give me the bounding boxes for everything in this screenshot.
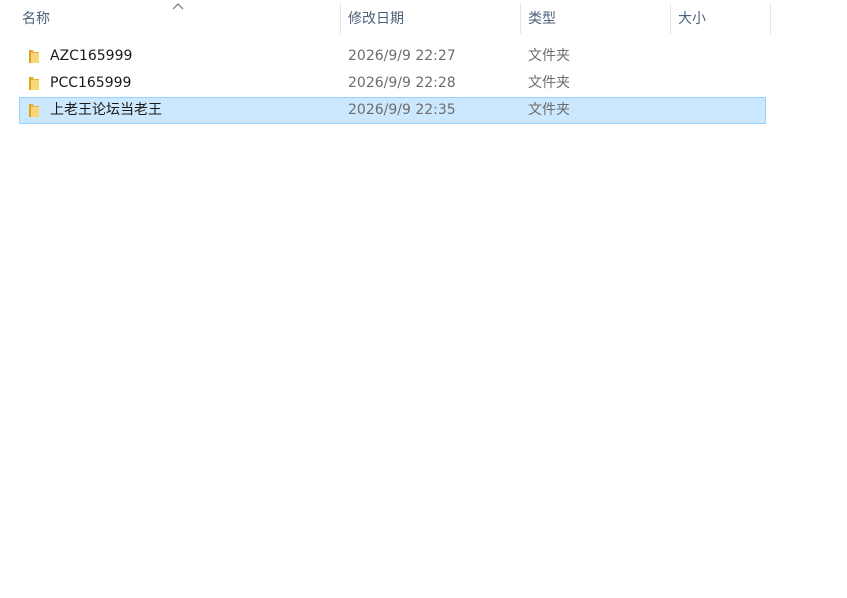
column-header-date-label: 修改日期 bbox=[348, 11, 404, 27]
column-header-size[interactable]: 大小 bbox=[670, 0, 770, 38]
file-list: AZC165999 2026/9/9 22:27 文件夹 PCC165999 2… bbox=[19, 43, 766, 124]
file-type: 文件夹 bbox=[528, 75, 570, 91]
column-header-type-label: 类型 bbox=[528, 11, 556, 27]
file-row[interactable]: AZC165999 2026/9/9 22:27 文件夹 bbox=[19, 43, 766, 70]
column-divider[interactable] bbox=[770, 4, 771, 34]
folder-icon bbox=[29, 104, 39, 117]
file-row-selected[interactable]: 上老王论坛当老王 2026/9/9 22:35 文件夹 bbox=[19, 97, 766, 124]
file-date: 2026/9/9 22:27 bbox=[348, 48, 456, 64]
column-header-name-label: 名称 bbox=[22, 11, 50, 27]
folder-icon bbox=[29, 50, 39, 63]
file-name: 上老王论坛当老王 bbox=[50, 102, 162, 118]
column-header-bar: 名称 修改日期 类型 大小 bbox=[0, 0, 847, 38]
file-explorer-details-view: 名称 修改日期 类型 大小 AZC165999 2026/9/9 22:27 文… bbox=[0, 0, 847, 598]
file-date: 2026/9/9 22:28 bbox=[348, 75, 456, 91]
column-header-date[interactable]: 修改日期 bbox=[340, 0, 520, 38]
column-header-size-label: 大小 bbox=[678, 11, 706, 27]
file-type: 文件夹 bbox=[528, 48, 570, 64]
file-name: PCC165999 bbox=[50, 75, 132, 91]
column-header-type[interactable]: 类型 bbox=[520, 0, 670, 38]
file-name: AZC165999 bbox=[50, 48, 133, 64]
chevron-up-icon bbox=[172, 3, 184, 10]
folder-icon bbox=[29, 77, 39, 90]
file-date: 2026/9/9 22:35 bbox=[348, 102, 456, 118]
file-type: 文件夹 bbox=[528, 102, 570, 118]
file-row[interactable]: PCC165999 2026/9/9 22:28 文件夹 bbox=[19, 70, 766, 97]
